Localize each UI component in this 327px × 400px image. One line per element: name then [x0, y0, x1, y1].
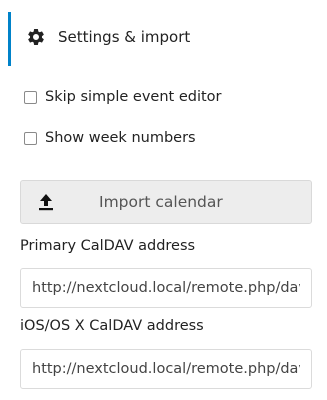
import-calendar-label: Import calendar [99, 193, 223, 211]
skip-simple-editor-label: Skip simple event editor [45, 89, 222, 105]
show-week-numbers-label: Show week numbers [45, 130, 196, 146]
show-week-numbers-checkbox[interactable] [24, 131, 37, 145]
skip-simple-editor-checkbox[interactable] [24, 90, 37, 104]
primary-caldav-label: Primary CalDAV address [20, 238, 196, 254]
gear-icon [28, 28, 44, 45]
ios-caldav-label: iOS/OS X CalDAV address [20, 318, 204, 334]
settings-panel: Settings & import Skip simple event edit… [0, 0, 327, 400]
import-calendar-button[interactable]: Import calendar [20, 180, 312, 224]
show-week-numbers-option[interactable]: Show week numbers [24, 130, 196, 146]
skip-simple-editor-option[interactable]: Skip simple event editor [24, 89, 222, 105]
primary-caldav-field[interactable] [20, 268, 312, 308]
active-section-indicator [8, 12, 11, 66]
section-title: Settings & import [58, 28, 191, 46]
upload-icon [39, 194, 53, 211]
ios-caldav-field[interactable] [20, 349, 312, 389]
settings-section-header[interactable]: Settings & import [26, 24, 190, 50]
